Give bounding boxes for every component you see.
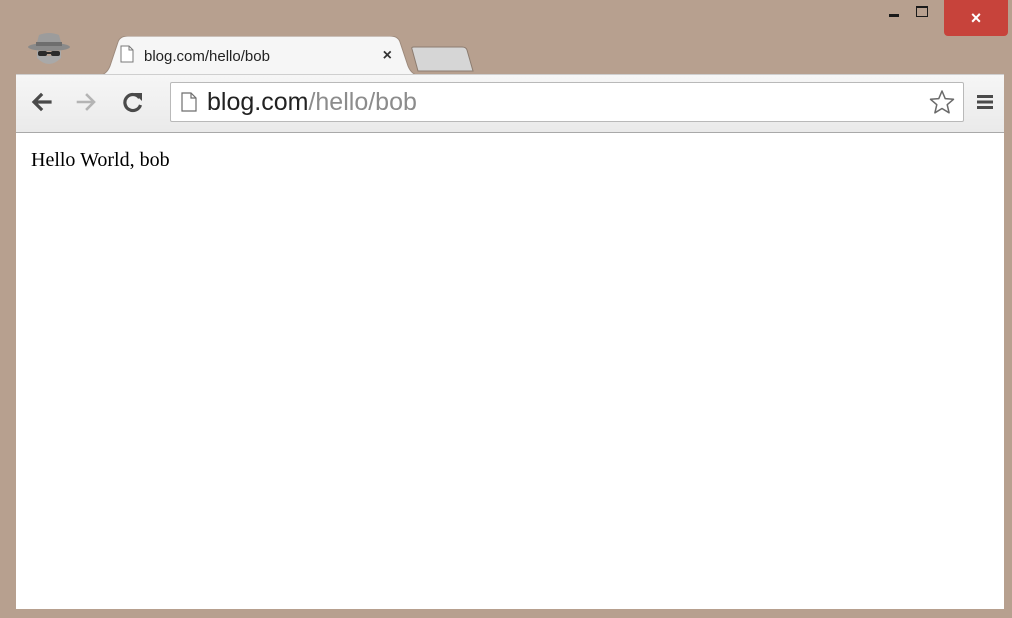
forward-arrow-icon [76,93,96,111]
hamburger-menu-icon[interactable] [970,87,1000,117]
browser-window: × blog.com/hello/bob × blog.com/hello/bo… [0,0,1012,618]
back-arrow-icon [31,92,52,112]
page-content: Hello World, bob [16,132,1004,609]
back-button[interactable] [26,87,56,117]
page-icon [181,91,199,113]
url-path: /hello/bob [308,87,417,116]
new-tab-button[interactable] [410,46,476,72]
address-bar[interactable]: blog.com/hello/bob [170,82,964,122]
url-text[interactable]: blog.com/hello/bob [207,88,927,117]
reload-button[interactable] [118,87,148,117]
star-icon[interactable] [927,87,957,117]
forward-button[interactable] [72,87,102,117]
tab-close-icon[interactable]: × [383,47,392,65]
incognito-icon [26,32,72,68]
url-host: blog.com [207,87,309,116]
tab-content: blog.com/hello/bob × [120,36,396,76]
reload-icon [123,92,143,113]
page-icon [120,45,134,68]
tab-active[interactable]: blog.com/hello/bob × [96,36,422,76]
tab-strip: blog.com/hello/bob × [0,0,1012,76]
tab-title: blog.com/hello/bob [144,47,270,65]
browser-toolbar: blog.com/hello/bob [16,74,1004,132]
page-body-text: Hello World, bob [31,149,170,171]
